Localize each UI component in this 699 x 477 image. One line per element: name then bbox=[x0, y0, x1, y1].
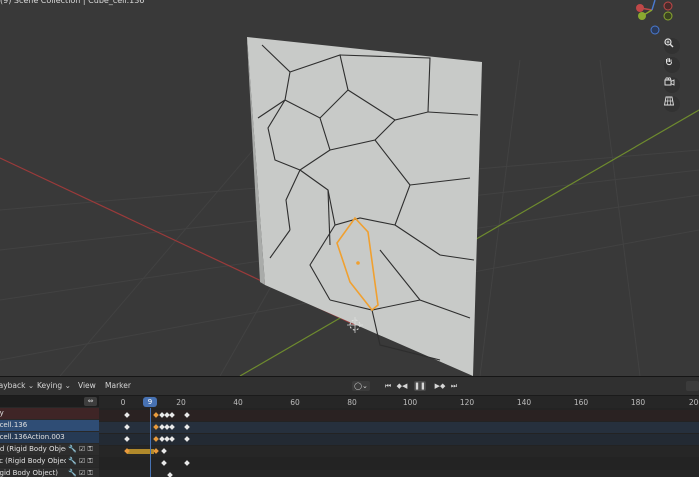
channel-kinematic-icons[interactable]: 🔧 ☑ ⚿ bbox=[66, 457, 93, 466]
tick-label: 120 bbox=[459, 398, 475, 407]
keyframe[interactable] bbox=[184, 424, 190, 430]
tick-label: 140 bbox=[516, 398, 532, 407]
marker-menu[interactable]: Marker bbox=[105, 381, 131, 390]
tick-label: 40 bbox=[233, 398, 243, 407]
channel-kinematic-label: Kinematic (Rigid Body Object) bbox=[0, 457, 74, 465]
keyframe[interactable] bbox=[153, 436, 159, 442]
playback-menu[interactable]: Playback ⌄ bbox=[0, 381, 34, 390]
keyframe[interactable] bbox=[161, 460, 167, 466]
jump-prev-keyframe-icon[interactable]: ◆◀ bbox=[396, 381, 408, 391]
keyframe[interactable] bbox=[153, 448, 159, 454]
current-frame-indicator[interactable]: 9 bbox=[143, 397, 157, 407]
keyframe[interactable] bbox=[169, 424, 175, 430]
keyframe[interactable] bbox=[184, 412, 190, 418]
keyframe[interactable] bbox=[184, 436, 190, 442]
tick-label: 100 bbox=[402, 398, 418, 407]
channel-enabled-icons[interactable]: 🔧 ☑ ⚿ bbox=[66, 445, 93, 454]
fractured-cube[interactable] bbox=[247, 37, 482, 376]
keyframe-row-enabled bbox=[99, 446, 699, 457]
swap-icon[interactable]: ⇔ bbox=[84, 397, 97, 406]
frame-ruler[interactable]: 0 20 40 60 80 100 120 140 160 180 200 bbox=[99, 396, 699, 408]
pan-hand-icon[interactable] bbox=[664, 57, 680, 73]
tick-label: 20 bbox=[176, 398, 186, 407]
keyframe[interactable] bbox=[169, 412, 175, 418]
keyframe-row-kinematic bbox=[99, 458, 699, 469]
perspective-grid-icon[interactable] bbox=[664, 96, 680, 112]
camera-view-icon[interactable] bbox=[664, 77, 680, 93]
tick-label: 160 bbox=[573, 398, 589, 407]
jump-next-keyframe-icon[interactable]: ▶◆ bbox=[434, 381, 446, 391]
keyframe[interactable] bbox=[167, 472, 173, 477]
keyframe-row-summary bbox=[99, 410, 699, 421]
keyframe[interactable] bbox=[161, 448, 167, 454]
channel-list: ⇔ Summary Cube_cell.136 Cube_cell.136Act… bbox=[0, 396, 99, 477]
keyframe[interactable] bbox=[169, 436, 175, 442]
channel-object[interactable]: Cube_cell.136 bbox=[0, 420, 99, 431]
channel-enabled-label: Enabled (Rigid Body Object) bbox=[0, 445, 75, 453]
auto-keying-toggle[interactable]: ◯⌄ bbox=[352, 381, 370, 391]
viewport-header-text: (9) Scene Collection | Cube_cell.136 bbox=[0, 0, 145, 5]
timeline-header: Playback ⌄ Keying ⌄ View Marker ◯⌄ ⏮ ◆◀ … bbox=[0, 377, 699, 396]
timeline-corner-button[interactable] bbox=[686, 381, 699, 391]
3d-viewport[interactable]: (9) Scene Collection | Cube_cell.136 bbox=[0, 0, 699, 376]
keyframe[interactable] bbox=[124, 424, 130, 430]
playhead-line[interactable] bbox=[150, 408, 151, 477]
channel-search-field[interactable]: ⇔ bbox=[0, 396, 99, 407]
navigation-gizmo[interactable] bbox=[636, 0, 673, 35]
keyframe[interactable] bbox=[124, 412, 130, 418]
tick-label: 60 bbox=[290, 398, 300, 407]
tick-label: 80 bbox=[347, 398, 357, 407]
tick-label: 200 bbox=[688, 398, 699, 407]
jump-start-icon[interactable]: ⏮ bbox=[382, 381, 394, 391]
keyframe-row-object bbox=[99, 422, 699, 433]
tick-label: 0 bbox=[120, 398, 126, 407]
timeline-editor[interactable]: Playback ⌄ Keying ⌄ View Marker ◯⌄ ⏮ ◆◀ … bbox=[0, 376, 699, 477]
keyframe[interactable] bbox=[153, 424, 159, 430]
jump-end-icon[interactable]: ⏭ bbox=[448, 381, 460, 391]
keyframe[interactable] bbox=[153, 412, 159, 418]
keyframe-row-action bbox=[99, 434, 699, 445]
channel-action[interactable]: Cube_cell.136Action.003 bbox=[0, 432, 99, 443]
tick-label: 180 bbox=[630, 398, 646, 407]
keyframe[interactable] bbox=[184, 460, 190, 466]
scene-canvas[interactable] bbox=[0, 0, 699, 376]
keying-menu[interactable]: Keying ⌄ bbox=[37, 381, 71, 390]
channel-summary[interactable]: Summary bbox=[0, 408, 99, 419]
keyframe-area[interactable] bbox=[99, 408, 699, 477]
view-menu[interactable]: View bbox=[78, 381, 96, 390]
zoom-icon[interactable] bbox=[664, 38, 680, 54]
keyframe[interactable] bbox=[124, 436, 130, 442]
pause-icon[interactable]: ❚❚ bbox=[414, 381, 426, 391]
